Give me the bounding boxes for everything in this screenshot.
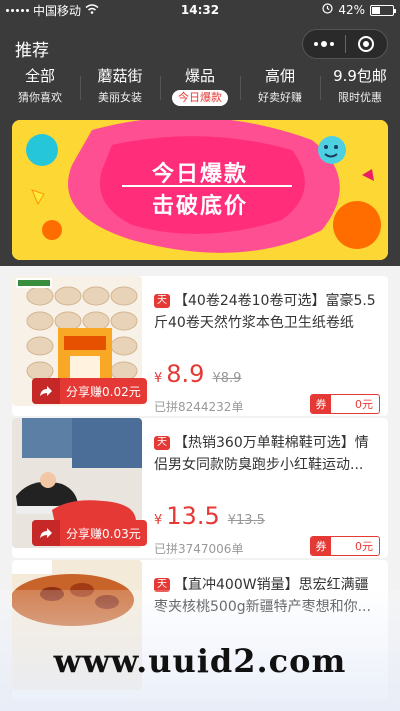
tab-label: 9.9包邮 xyxy=(333,67,387,85)
mini-program-capsule xyxy=(302,29,388,59)
price-row: ¥ 8.9 ¥8.9 xyxy=(154,360,241,388)
tab-sublabel: 美丽女装 xyxy=(98,91,142,104)
banner-subheadline: 击破底价 xyxy=(151,194,248,219)
product-title: 天【40卷24卷10卷可选】富豪5.5斤40卷天然竹浆本色卫生纸卷纸 xyxy=(154,290,380,334)
tab-sublabel: 限时优惠 xyxy=(338,91,382,104)
clock: 14:32 xyxy=(180,3,220,17)
signal-icon xyxy=(6,8,29,12)
currency-symbol: ¥ xyxy=(154,513,163,528)
sold-count: 已拼8244232单 xyxy=(154,400,244,414)
share-earn-button[interactable]: 分享赚0.03元 xyxy=(32,520,147,546)
battery-icon xyxy=(370,4,396,16)
tab-label: 爆品 xyxy=(184,67,215,85)
watermark-overlay: www.uuid2.com xyxy=(0,590,400,711)
header: 推荐 全部 猜你喜欢 蘑菇街 美丽女装 爆品 今日爆款 高佣 好卖好赚 9.9包… xyxy=(0,20,400,116)
tab-all[interactable]: 全部 猜你喜欢 xyxy=(0,66,80,114)
share-arrow-icon xyxy=(32,520,60,546)
original-price: ¥8.9 xyxy=(212,371,242,386)
product-title-text: 【40卷24卷10卷可选】富豪5.5斤40卷天然竹浆本色卫生纸卷纸 xyxy=(154,293,376,331)
tab-label: 蘑菇街 xyxy=(97,67,143,85)
product-card[interactable]: 分享赚0.03元 天【热销360万单鞋棉鞋可选】情侣男女同款防臭跑步小红鞋运动.… xyxy=(12,418,388,558)
price-row: ¥ 13.5 ¥13.5 xyxy=(154,502,265,530)
banner-area: 今日爆款 击破底价 xyxy=(0,116,400,266)
coupon-value: 0元 xyxy=(355,540,373,553)
status-bar: 中国移动 14:32 42% xyxy=(0,0,400,20)
coupon-label: 券 xyxy=(311,537,331,555)
tab-sublabel: 好卖好赚 xyxy=(258,91,302,104)
tab-hot[interactable]: 爆品 今日爆款 xyxy=(160,66,240,114)
coupon-badge[interactable]: 券 0元 xyxy=(310,394,380,414)
share-arrow-icon xyxy=(32,378,60,404)
wifi-icon xyxy=(85,3,99,17)
category-tabs: 全部 猜你喜欢 蘑菇街 美丽女装 爆品 今日爆款 高佣 好卖好赚 9.9包邮 限… xyxy=(0,66,400,114)
coupon-label: 券 xyxy=(311,395,331,413)
watermark-text: www.uuid2.com xyxy=(53,642,347,680)
battery-percent: 42% xyxy=(338,3,365,17)
tab-sublabel: 猜你喜欢 xyxy=(18,91,62,104)
tab-free-shipping[interactable]: 9.9包邮 限时优惠 xyxy=(320,66,400,114)
tmall-icon: 天 xyxy=(154,436,170,450)
product-card[interactable]: 分享赚0.02元 天【40卷24卷10卷可选】富豪5.5斤40卷天然竹浆本色卫生… xyxy=(12,276,388,416)
share-earn-label: 分享赚0.02元 xyxy=(66,384,141,399)
promo-banner[interactable]: 今日爆款 击破底价 xyxy=(12,120,388,260)
tab-sublabel: 今日爆款 xyxy=(172,90,228,106)
coupon-value: 0元 xyxy=(355,398,373,411)
tab-label: 高佣 xyxy=(264,67,295,85)
sold-count: 已拼3747006单 xyxy=(154,542,244,556)
alarm-icon xyxy=(322,3,333,17)
share-earn-label: 分享赚0.03元 xyxy=(66,526,141,541)
price: 8.9 xyxy=(166,360,205,388)
original-price: ¥13.5 xyxy=(227,513,265,528)
product-title-text: 【热销360万单鞋棉鞋可选】情侣男女同款防臭跑步小红鞋运动... xyxy=(154,435,369,473)
tab-mogujie[interactable]: 蘑菇街 美丽女装 xyxy=(80,66,160,114)
price: 13.5 xyxy=(166,502,220,530)
carrier-label: 中国移动 xyxy=(33,3,82,18)
more-dots-icon[interactable] xyxy=(303,30,345,58)
share-earn-button[interactable]: 分享赚0.02元 xyxy=(32,378,147,404)
coupon-badge[interactable]: 券 0元 xyxy=(310,536,380,556)
banner-headline: 今日爆款 xyxy=(151,162,248,187)
currency-symbol: ¥ xyxy=(154,371,163,386)
close-target-icon[interactable] xyxy=(346,30,388,58)
tab-label: 全部 xyxy=(24,67,55,85)
page-title: 推荐 xyxy=(15,41,49,61)
tmall-icon: 天 xyxy=(154,294,170,308)
tab-high-commission[interactable]: 高佣 好卖好赚 xyxy=(240,66,320,114)
product-title: 天【热销360万单鞋棉鞋可选】情侣男女同款防臭跑步小红鞋运动... xyxy=(154,432,380,476)
